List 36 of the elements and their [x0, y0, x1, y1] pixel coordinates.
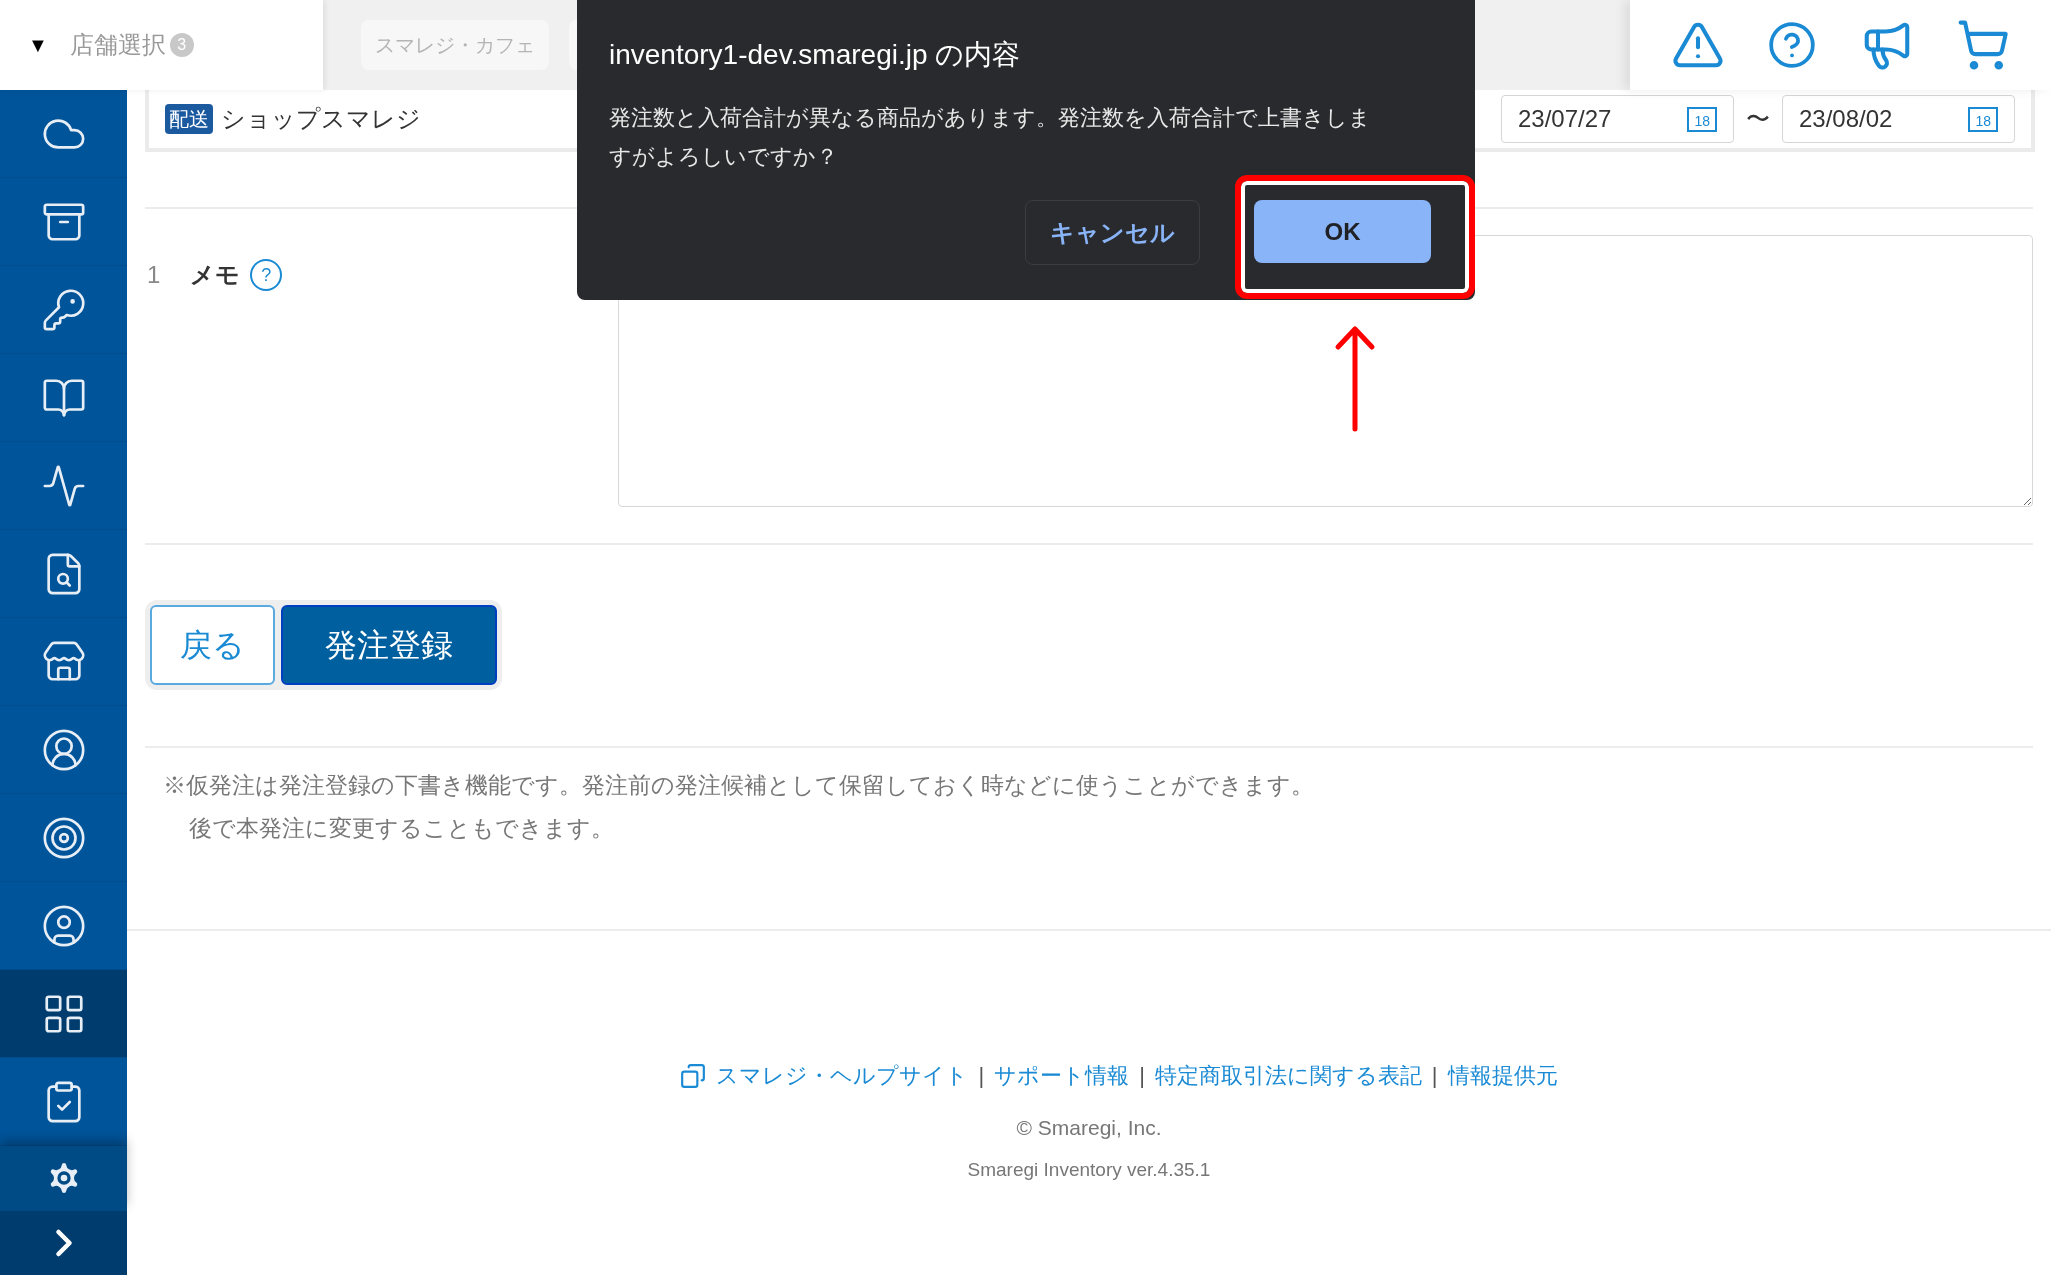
version-text: Smaregi Inventory ver.4.35.1: [967, 1157, 1211, 1182]
date-value: 23/07/27: [1518, 104, 1612, 134]
footer-link[interactable]: 情報提供元: [1447, 1059, 1558, 1092]
range-separator: 〜: [1745, 104, 1771, 134]
external-window-icon: [680, 1062, 707, 1089]
store-chip[interactable]: スマレジ・カフェ: [361, 20, 549, 70]
back-button[interactable]: 戻る: [150, 605, 275, 685]
link-separator: |: [1431, 1062, 1438, 1090]
date-value: 23/08/02: [1799, 104, 1893, 134]
cancel-button[interactable]: キャンセル: [1025, 200, 1200, 265]
footer-link[interactable]: サポート情報: [994, 1059, 1130, 1092]
note-text: 後で本発注に変更することもできます。: [188, 813, 615, 843]
note-text: ※仮発注は発注登録の下書き機能です。発注前の発注候補として保留しておく時などに使うことができます。: [163, 771, 1315, 800]
copyright-text: © Smaregi, Inc.: [1016, 1115, 1162, 1141]
dialog-message: 発注数と入荷合計が異なる商品があります。発注数を入荷合計で上書きしますがよろしいですか？: [609, 104, 1372, 171]
dialog-title: inventory1-dev.smaregi.jp の内容: [609, 38, 1022, 72]
footer-link[interactable]: 特定商取引法に関する表記: [1154, 1059, 1422, 1092]
row-number: 1: [147, 260, 161, 290]
calendar-icon[interactable]: 18: [1968, 106, 1998, 132]
key-icon: [40, 286, 87, 333]
help-icon[interactable]: [1767, 20, 1818, 70]
register-order-button[interactable]: 発注登録: [281, 605, 497, 685]
link-separator: |: [1139, 1062, 1145, 1090]
caret-icon[interactable]: ▼: [28, 30, 48, 60]
calendar-icon[interactable]: 18: [1687, 106, 1717, 132]
sidebar-item[interactable]: [0, 970, 127, 1058]
ok-button[interactable]: OK: [1254, 200, 1431, 263]
memo-label: メモ: [190, 260, 241, 290]
footer-link[interactable]: スマレジ・ヘルプサイト: [716, 1059, 969, 1092]
shop-name: ショップスマレジ: [221, 104, 421, 134]
delivery-badge: 配送: [165, 104, 213, 134]
settings-button[interactable]: [0, 1146, 127, 1211]
date-field[interactable]: 23/07/27 18: [1501, 95, 1734, 143]
link-separator: |: [978, 1062, 985, 1090]
help-icon[interactable]: ?: [250, 259, 283, 291]
date-field[interactable]: 23/08/02 18: [1782, 95, 2015, 143]
